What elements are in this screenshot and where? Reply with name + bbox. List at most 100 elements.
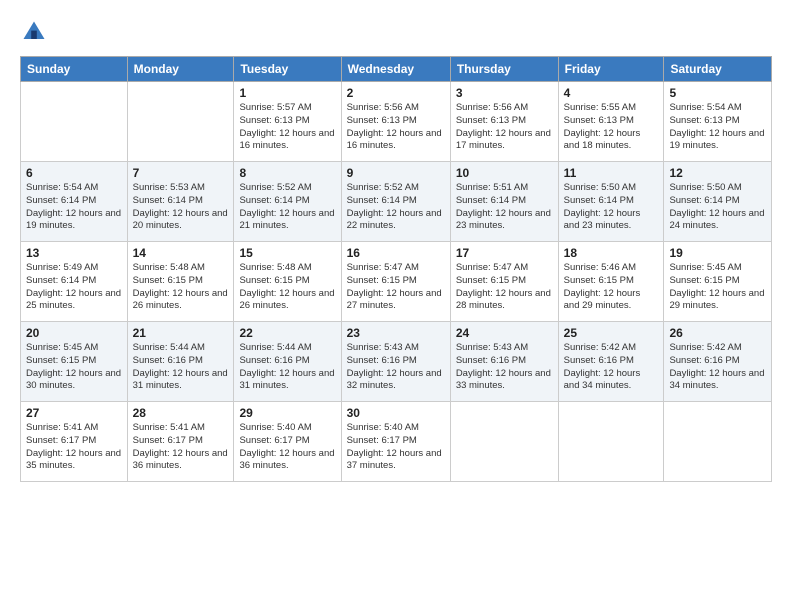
calendar-cell: 20 Sunrise: 5:45 AM Sunset: 6:15 PM Dayli… — [21, 322, 128, 402]
day-info: Sunrise: 5:43 AM Sunset: 6:16 PM Dayligh… — [456, 342, 553, 393]
day-number: 30 — [347, 406, 445, 420]
header — [20, 18, 772, 46]
calendar-cell: 6Sunrise: 5:54 AM Sunset: 6:14 PM Daylig… — [21, 162, 128, 242]
col-header-tuesday: Tuesday — [234, 57, 341, 82]
calendar-cell: 4 Sunrise: 5:55 AM Sunset: 6:13 PM Daylig… — [558, 82, 664, 162]
col-header-thursday: Thursday — [450, 57, 558, 82]
day-number: 3 — [456, 86, 553, 100]
col-header-wednesday: Wednesday — [341, 57, 450, 82]
day-number: 22 — [239, 326, 335, 340]
calendar-cell: 1 Sunrise: 5:57 AM Sunset: 6:13 PM Daylig… — [234, 82, 341, 162]
day-info: Sunrise: 5:46 AM Sunset: 6:15 PM Dayligh… — [564, 262, 659, 313]
day-info: Sunrise: 5:50 AM Sunset: 6:14 PM Dayligh… — [669, 182, 766, 233]
day-info: Sunrise: 5:43 AM Sunset: 6:16 PM Dayligh… — [347, 342, 445, 393]
col-header-monday: Monday — [127, 57, 234, 82]
day-info: Sunrise: 5:48 AM Sunset: 6:15 PM Dayligh… — [239, 262, 335, 313]
calendar-cell: 10 Sunrise: 5:51 AM Sunset: 6:14 PM Dayli… — [450, 162, 558, 242]
day-number: 9 — [347, 166, 445, 180]
calendar-cell: 27 Sunrise: 5:41 AM Sunset: 6:17 PM Dayli… — [21, 402, 128, 482]
calendar-header-row: SundayMondayTuesdayWednesdayThursdayFrid… — [21, 57, 772, 82]
day-number: 19 — [669, 246, 766, 260]
day-info: Sunrise: 5:56 AM Sunset: 6:13 PM Dayligh… — [456, 102, 553, 153]
logo-icon — [20, 18, 48, 46]
week-row-3: 13Sunrise: 5:49 AM Sunset: 6:14 PM Dayli… — [21, 242, 772, 322]
day-info: Sunrise: 5:53 AM Sunset: 6:14 PM Dayligh… — [133, 182, 229, 233]
day-number: 29 — [239, 406, 335, 420]
day-info: Sunrise: 5:42 AM Sunset: 6:16 PM Dayligh… — [669, 342, 766, 393]
day-number: 1 — [239, 86, 335, 100]
day-number: 15 — [239, 246, 335, 260]
day-number: 12 — [669, 166, 766, 180]
day-number: 2 — [347, 86, 445, 100]
day-info: Sunrise: 5:51 AM Sunset: 6:14 PM Dayligh… — [456, 182, 553, 233]
day-info: Sunrise: 5:44 AM Sunset: 6:16 PM Dayligh… — [133, 342, 229, 393]
calendar: SundayMondayTuesdayWednesdayThursdayFrid… — [20, 56, 772, 482]
calendar-cell: 2 Sunrise: 5:56 AM Sunset: 6:13 PM Daylig… — [341, 82, 450, 162]
calendar-cell: 21 Sunrise: 5:44 AM Sunset: 6:16 PM Dayli… — [127, 322, 234, 402]
calendar-cell: 16 Sunrise: 5:47 AM Sunset: 6:15 PM Dayli… — [341, 242, 450, 322]
day-info: Sunrise: 5:54 AM Sunset: 6:13 PM Dayligh… — [669, 102, 766, 153]
day-number: 7 — [133, 166, 229, 180]
day-number: 20 — [26, 326, 122, 340]
calendar-cell: 3 Sunrise: 5:56 AM Sunset: 6:13 PM Daylig… — [450, 82, 558, 162]
day-info: Sunrise: 5:55 AM Sunset: 6:13 PM Dayligh… — [564, 102, 659, 153]
calendar-cell: 26 Sunrise: 5:42 AM Sunset: 6:16 PM Dayli… — [664, 322, 772, 402]
day-number: 26 — [669, 326, 766, 340]
week-row-1: 1 Sunrise: 5:57 AM Sunset: 6:13 PM Daylig… — [21, 82, 772, 162]
day-info: Sunrise: 5:47 AM Sunset: 6:15 PM Dayligh… — [347, 262, 445, 313]
calendar-cell: 29Sunrise: 5:40 AM Sunset: 6:17 PM Dayli… — [234, 402, 341, 482]
week-row-4: 20 Sunrise: 5:45 AM Sunset: 6:15 PM Dayli… — [21, 322, 772, 402]
day-info: Sunrise: 5:42 AM Sunset: 6:16 PM Dayligh… — [564, 342, 659, 393]
day-info: Sunrise: 5:52 AM Sunset: 6:14 PM Dayligh… — [347, 182, 445, 233]
calendar-cell: 30 Sunrise: 5:40 AM Sunset: 6:17 PM Dayli… — [341, 402, 450, 482]
calendar-cell: 9 Sunrise: 5:52 AM Sunset: 6:14 PM Daylig… — [341, 162, 450, 242]
calendar-cell: 23 Sunrise: 5:43 AM Sunset: 6:16 PM Dayli… — [341, 322, 450, 402]
page: SundayMondayTuesdayWednesdayThursdayFrid… — [0, 0, 792, 612]
day-info: Sunrise: 5:47 AM Sunset: 6:15 PM Dayligh… — [456, 262, 553, 313]
col-header-friday: Friday — [558, 57, 664, 82]
day-number: 10 — [456, 166, 553, 180]
logo — [20, 18, 52, 46]
week-row-2: 6Sunrise: 5:54 AM Sunset: 6:14 PM Daylig… — [21, 162, 772, 242]
calendar-cell: 18 Sunrise: 5:46 AM Sunset: 6:15 PM Dayli… — [558, 242, 664, 322]
day-number: 13 — [26, 246, 122, 260]
day-number: 11 — [564, 166, 659, 180]
day-number: 18 — [564, 246, 659, 260]
day-info: Sunrise: 5:50 AM Sunset: 6:14 PM Dayligh… — [564, 182, 659, 233]
day-number: 4 — [564, 86, 659, 100]
day-number: 5 — [669, 86, 766, 100]
calendar-cell — [664, 402, 772, 482]
day-number: 28 — [133, 406, 229, 420]
calendar-cell — [558, 402, 664, 482]
day-number: 25 — [564, 326, 659, 340]
day-number: 21 — [133, 326, 229, 340]
day-number: 16 — [347, 246, 445, 260]
week-row-5: 27 Sunrise: 5:41 AM Sunset: 6:17 PM Dayli… — [21, 402, 772, 482]
day-info: Sunrise: 5:48 AM Sunset: 6:15 PM Dayligh… — [133, 262, 229, 313]
calendar-cell: 7 Sunrise: 5:53 AM Sunset: 6:14 PM Daylig… — [127, 162, 234, 242]
day-number: 23 — [347, 326, 445, 340]
day-info: Sunrise: 5:40 AM Sunset: 6:17 PM Dayligh… — [347, 422, 445, 473]
calendar-cell: 22 Sunrise: 5:44 AM Sunset: 6:16 PM Dayli… — [234, 322, 341, 402]
day-info: Sunrise: 5:41 AM Sunset: 6:17 PM Dayligh… — [133, 422, 229, 473]
day-info: Sunrise: 5:45 AM Sunset: 6:15 PM Dayligh… — [26, 342, 122, 393]
day-number: 8 — [239, 166, 335, 180]
day-info: Sunrise: 5:52 AM Sunset: 6:14 PM Dayligh… — [239, 182, 335, 233]
day-number: 17 — [456, 246, 553, 260]
day-info: Sunrise: 5:41 AM Sunset: 6:17 PM Dayligh… — [26, 422, 122, 473]
calendar-cell — [127, 82, 234, 162]
calendar-cell: 13Sunrise: 5:49 AM Sunset: 6:14 PM Dayli… — [21, 242, 128, 322]
col-header-saturday: Saturday — [664, 57, 772, 82]
col-header-sunday: Sunday — [21, 57, 128, 82]
day-number: 27 — [26, 406, 122, 420]
day-info: Sunrise: 5:56 AM Sunset: 6:13 PM Dayligh… — [347, 102, 445, 153]
calendar-cell: 11 Sunrise: 5:50 AM Sunset: 6:14 PM Dayli… — [558, 162, 664, 242]
calendar-cell: 15 Sunrise: 5:48 AM Sunset: 6:15 PM Dayli… — [234, 242, 341, 322]
day-info: Sunrise: 5:44 AM Sunset: 6:16 PM Dayligh… — [239, 342, 335, 393]
day-info: Sunrise: 5:45 AM Sunset: 6:15 PM Dayligh… — [669, 262, 766, 313]
calendar-cell: 24 Sunrise: 5:43 AM Sunset: 6:16 PM Dayli… — [450, 322, 558, 402]
day-number: 24 — [456, 326, 553, 340]
calendar-cell — [21, 82, 128, 162]
day-info: Sunrise: 5:54 AM Sunset: 6:14 PM Dayligh… — [26, 182, 122, 233]
day-info: Sunrise: 5:57 AM Sunset: 6:13 PM Dayligh… — [239, 102, 335, 153]
